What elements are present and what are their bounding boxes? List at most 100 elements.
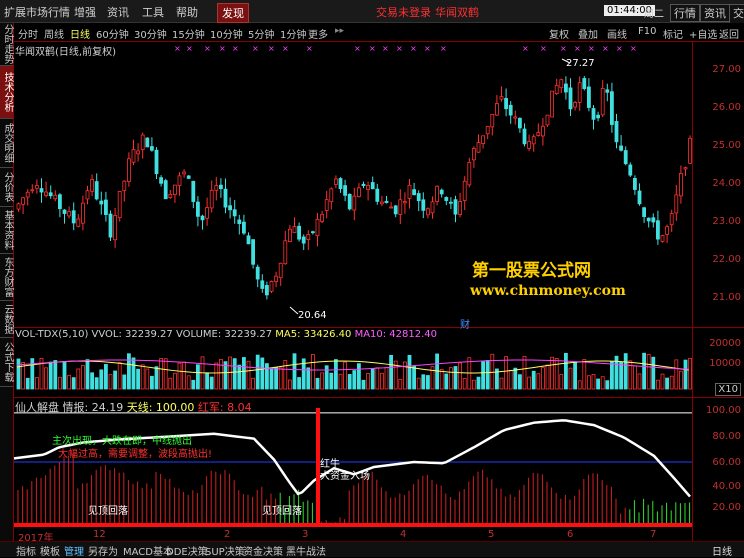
- candle-body: [191, 180, 196, 202]
- candle-body: [674, 194, 679, 214]
- indicator-tick: 60.00: [712, 457, 741, 468]
- menu-help[interactable]: 帮助: [176, 4, 198, 20]
- candle-body: [195, 201, 200, 217]
- menu-discover[interactable]: 发现: [217, 3, 249, 23]
- candle-body: [255, 266, 260, 280]
- f10-button[interactable]: F10: [638, 26, 656, 37]
- candle-body: [379, 201, 384, 205]
- volume-bar: [85, 359, 90, 390]
- candle-body: [108, 213, 113, 238]
- period-5min[interactable]: 5分钟: [248, 26, 274, 41]
- candle-body: [453, 199, 458, 215]
- candle-body: [186, 175, 191, 179]
- candle-body: [458, 201, 463, 215]
- tab-eastmoney[interactable]: 东方财富: [0, 254, 13, 301]
- period-60min[interactable]: 60分钟: [96, 26, 129, 41]
- candle-body: [669, 213, 674, 226]
- menu-tools[interactable]: 工具: [142, 4, 164, 20]
- volume-bar: [370, 368, 375, 390]
- volume-bar: [264, 363, 269, 390]
- candle-body: [62, 209, 67, 214]
- finance-marker[interactable]: 财: [460, 316, 470, 331]
- volume-bar: [471, 379, 476, 390]
- candle-body: [34, 185, 39, 189]
- volume-bar: [619, 361, 623, 390]
- candle-body: [71, 210, 76, 224]
- quote-button[interactable]: 行情: [670, 4, 700, 22]
- volume-bar: [504, 356, 509, 390]
- tab-price-table[interactable]: 分价表: [0, 168, 13, 207]
- add-favorite-button[interactable]: +自选: [689, 26, 717, 41]
- volume-bar: [16, 358, 21, 390]
- volume-bar: [44, 367, 49, 390]
- candle-body: [145, 137, 150, 148]
- volume-bar: [127, 353, 131, 390]
- period-intraday[interactable]: 分时: [18, 26, 38, 41]
- candle-body: [370, 182, 375, 190]
- signal-marker: ×: [560, 44, 567, 53]
- period-30min[interactable]: 30分钟: [134, 26, 167, 41]
- menu-expand-market[interactable]: 扩展市场行情: [4, 4, 70, 20]
- volume-bar: [34, 377, 39, 390]
- candle-body: [651, 217, 656, 223]
- candle-body: [573, 102, 577, 108]
- volume-bar: [25, 377, 30, 390]
- mark-button[interactable]: 标记: [663, 26, 683, 41]
- tab-technical[interactable]: 技术分析: [0, 66, 13, 119]
- candle-body: [140, 134, 145, 150]
- x-tick: 6: [567, 529, 574, 540]
- volume-bar: [62, 361, 67, 390]
- candle-body: [384, 200, 389, 203]
- period-daily[interactable]: 日线: [70, 26, 90, 41]
- overlay-button[interactable]: 叠加: [578, 26, 598, 41]
- candle-body: [177, 175, 182, 186]
- candle-body: [274, 275, 279, 282]
- candle-body: [398, 199, 403, 215]
- candle-body: [214, 185, 219, 191]
- signal-marker: ×: [282, 44, 289, 53]
- candle-body: [232, 209, 237, 217]
- price-tick: 24.00: [712, 178, 741, 189]
- trade-login-status[interactable]: 交易未登录: [376, 4, 431, 20]
- signal-marker: ×: [424, 44, 431, 53]
- volume-bar: [660, 373, 665, 390]
- period-1min[interactable]: 1分钟: [280, 26, 306, 41]
- candle-body: [315, 218, 320, 237]
- menu-enhance[interactable]: 增强: [74, 4, 96, 20]
- period-10min[interactable]: 10分钟: [210, 26, 243, 41]
- candle-body: [481, 135, 486, 144]
- tab-basic-info[interactable]: 基本资料: [0, 207, 13, 254]
- tab-intraday[interactable]: 分时走势: [0, 23, 13, 66]
- signal-marker: ×: [382, 44, 389, 53]
- candle-body: [550, 90, 554, 118]
- draw-line-button[interactable]: 画线: [607, 26, 627, 41]
- period-weekly[interactable]: 周线: [44, 26, 64, 41]
- signal-marker: ×: [574, 44, 581, 53]
- candle-body: [513, 116, 518, 119]
- period-15min[interactable]: 15分钟: [172, 26, 205, 41]
- candle-body: [527, 141, 531, 149]
- news-button[interactable]: 资讯: [700, 4, 730, 22]
- candle-body: [541, 125, 545, 137]
- menu-news[interactable]: 资讯: [107, 4, 129, 20]
- candle-body: [237, 219, 242, 224]
- signal-marker: ×: [588, 44, 595, 53]
- candle-body: [660, 235, 665, 242]
- chart-title: 华闻双鹤(日线,前复权): [15, 47, 116, 58]
- volume-bar: [324, 365, 329, 390]
- baseline-bar: [14, 523, 692, 527]
- restore-rights-button[interactable]: 复权: [549, 26, 569, 41]
- tab-cloud-data[interactable]: 云数据: [0, 301, 13, 338]
- period-more[interactable]: 更多: [308, 26, 328, 41]
- qingbao-value: 情报: 24.19: [62, 401, 124, 414]
- volume-bar: [490, 353, 495, 390]
- tab-formula-download[interactable]: 公式下载: [0, 338, 13, 387]
- bottom-tab-bar: 指标 模板 管理 另存为 MACD基本 DDE决策 SUP决策 资金决策 黑牛战…: [0, 541, 744, 558]
- tab-trades[interactable]: 成交明细: [0, 119, 13, 168]
- candle-body: [269, 281, 274, 292]
- candle-body: [127, 158, 131, 182]
- volume-bar: [453, 366, 458, 390]
- period-more-arrows: ▸▸: [335, 26, 345, 36]
- back-button[interactable]: 返回: [719, 26, 739, 41]
- volume-bar: [398, 378, 403, 390]
